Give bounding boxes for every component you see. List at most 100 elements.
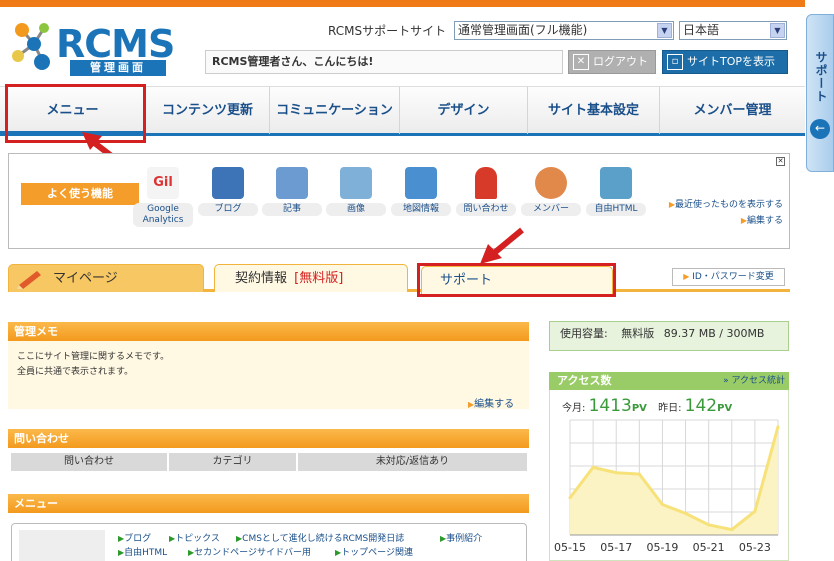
logout-button[interactable]: ✕ ログアウト [568, 50, 656, 74]
red-arrow-icon [480, 227, 524, 264]
tab-contract[interactable]: 契約情報 [無料版] [214, 264, 408, 292]
fav-item-label: Google Analytics [133, 203, 193, 227]
fav-item-label: 自由HTML [586, 203, 646, 216]
fav-item-members[interactable]: メンバー [521, 167, 581, 216]
fav-edit-link[interactable]: ▶編集する [655, 214, 783, 228]
menu-link-top-page[interactable]: ▶トップページ関連 [335, 545, 413, 558]
menu-link-label: セカンドページサイドバー用 [194, 548, 311, 558]
members-icon [535, 167, 567, 199]
window-icon: ▫ [667, 54, 683, 70]
chart-point [660, 503, 664, 507]
access-header: アクセス数 » アクセス統計 [549, 372, 789, 390]
yesterday-label: 昨日: [658, 403, 682, 414]
close-icon: ✕ [573, 54, 589, 70]
menu-link-label: 事例紹介 [446, 534, 483, 544]
tab-mypage[interactable]: マイページ [8, 264, 204, 292]
article-icon [276, 167, 308, 199]
logo-subtitle: 管理画面 [70, 60, 166, 76]
chart-point [684, 511, 688, 515]
image-icon [340, 167, 372, 199]
fav-item-article[interactable]: 記事 [262, 167, 322, 216]
fav-item-label: 地図情報 [391, 203, 451, 216]
access-title: アクセス数 [557, 374, 612, 387]
usage-value: 89.37 MB / 300MB [663, 327, 765, 340]
site-top-button[interactable]: ▫ サイトTOPを表示 [662, 50, 788, 74]
recent-link[interactable]: ▶最近使ったものを表示する [655, 198, 783, 212]
site-top-label: サイトTOPを表示 [687, 55, 776, 68]
memo-edit-link[interactable]: ▶編集する [468, 395, 514, 410]
chart-point [707, 523, 711, 527]
fav-item-inquiry[interactable]: 問い合わせ [456, 167, 516, 216]
id-password-label: ID・パスワード変更 [692, 272, 774, 282]
menu-link-blog[interactable]: ▶ブログ [118, 531, 151, 544]
rcms-logo[interactable]: RCMS 管理画面 [8, 12, 175, 78]
menu-link-cases[interactable]: ▶事例紹介 [440, 531, 482, 544]
menu-link-topics[interactable]: ▶トピックス [169, 531, 220, 544]
nav-item-communication[interactable]: コミュニケーション [270, 87, 400, 134]
id-password-link[interactable]: ▶ ID・パスワード変更 [672, 268, 785, 286]
chart-tick-label: 05-21 [693, 541, 725, 554]
menu-link-sidebar[interactable]: ▶セカンドページサイドバー用 [188, 545, 311, 558]
fav-item-label: 問い合わせ [456, 203, 516, 216]
access-stats-link[interactable]: » アクセス統計 [723, 372, 785, 390]
side-tab-label: サポート [814, 51, 828, 103]
pv-summary: 今月: 1413PV 昨日: 142PV [562, 396, 732, 416]
chart-tick-label: 05-23 [739, 541, 771, 554]
memo-edit-label: 編集する [474, 399, 515, 410]
favorites-links: ▶最近使ったものを表示する ▶編集する [655, 198, 783, 228]
tab-mypage-label: マイページ [53, 271, 118, 286]
close-icon[interactable]: ✕ [776, 157, 785, 166]
free-plan-tag: [無料版] [294, 271, 344, 286]
menu-link-dev-diary[interactable]: ▶CMSとして進化し続けるRCMS開発日誌 [236, 531, 404, 544]
pencil-icon [17, 271, 41, 289]
chart-point [637, 472, 641, 476]
chart-point [568, 496, 572, 500]
menu-link-label: ブログ [124, 534, 152, 544]
yesterday-value: 142 [684, 396, 718, 416]
nav-item-contents[interactable]: コンテンツ更新 [146, 87, 270, 134]
arrow-left-icon: ← [810, 119, 830, 139]
support-highlight-box [417, 263, 616, 297]
nav-item-member[interactable]: メンバー管理 [660, 87, 805, 134]
memo-line: 全員に共通で表示されます。 [17, 367, 134, 377]
triangle-right-icon: ▶ [683, 272, 690, 281]
today-value: 1413 [588, 396, 632, 416]
memo-header: 管理メモ [8, 322, 529, 341]
column-header: 問い合わせ [11, 453, 167, 471]
fav-item-google-analytics[interactable]: Gil Google Analytics [133, 167, 193, 227]
menu-link-label: 自由HTML [124, 548, 168, 558]
access-stats-label: アクセス統計 [731, 376, 785, 386]
site-label: RCMSサポートサイト [328, 24, 447, 38]
recent-link-label: 最近使ったものを表示する [674, 200, 783, 210]
logo-text: RCMS [56, 22, 175, 66]
access-panel: 今月: 1413PV 昨日: 142PV 05-15 05-17 05-19 05-2… [549, 390, 789, 561]
memo-line: ここにサイト管理に関するメモです。 [17, 352, 170, 362]
language-select[interactable]: 日本語 ▼ [679, 21, 787, 40]
fav-item-image[interactable]: 画像 [326, 167, 386, 216]
google-analytics-icon: Gil [147, 167, 179, 199]
usage-plan: 無料版 [621, 327, 655, 340]
fav-item-label: ブログ [198, 203, 258, 216]
fav-item-map[interactable]: 地図情報 [391, 167, 451, 216]
chart-point [776, 425, 780, 429]
fav-item-label: 画像 [326, 203, 386, 216]
storage-usage: 使用容量: 無料版 89.37 MB / 300MB [549, 321, 789, 351]
chart-point [591, 465, 595, 469]
mailbox-icon [475, 167, 497, 199]
mode-select-value: 通常管理画面(フル機能) [458, 23, 588, 37]
fav-item-free-html[interactable]: 自由HTML [586, 167, 646, 216]
menu-header: メニュー [8, 494, 529, 513]
mode-select[interactable]: 通常管理画面(フル機能) ▼ [454, 21, 674, 40]
menu-link-free-html[interactable]: ▶自由HTML [118, 545, 167, 558]
menu-box: ▶ブログ ▶トピックス ▶CMSとして進化し続けるRCMS開発日誌 ▶事例紹介 … [11, 523, 527, 561]
fav-item-blog[interactable]: ブログ [198, 167, 258, 216]
fav-edit-label: 編集する [746, 216, 783, 226]
nav-item-site-settings[interactable]: サイト基本設定 [528, 87, 660, 134]
today-label: 今月: [562, 403, 586, 414]
support-side-tab[interactable]: サポート ← [806, 14, 834, 172]
nav-item-design[interactable]: デザイン [400, 87, 528, 134]
molecule-logo-icon [12, 23, 50, 70]
chevron-down-icon: ▼ [770, 23, 785, 38]
pv-unit: PV [717, 403, 733, 414]
column-header: 未対応/返信あり [298, 453, 527, 471]
